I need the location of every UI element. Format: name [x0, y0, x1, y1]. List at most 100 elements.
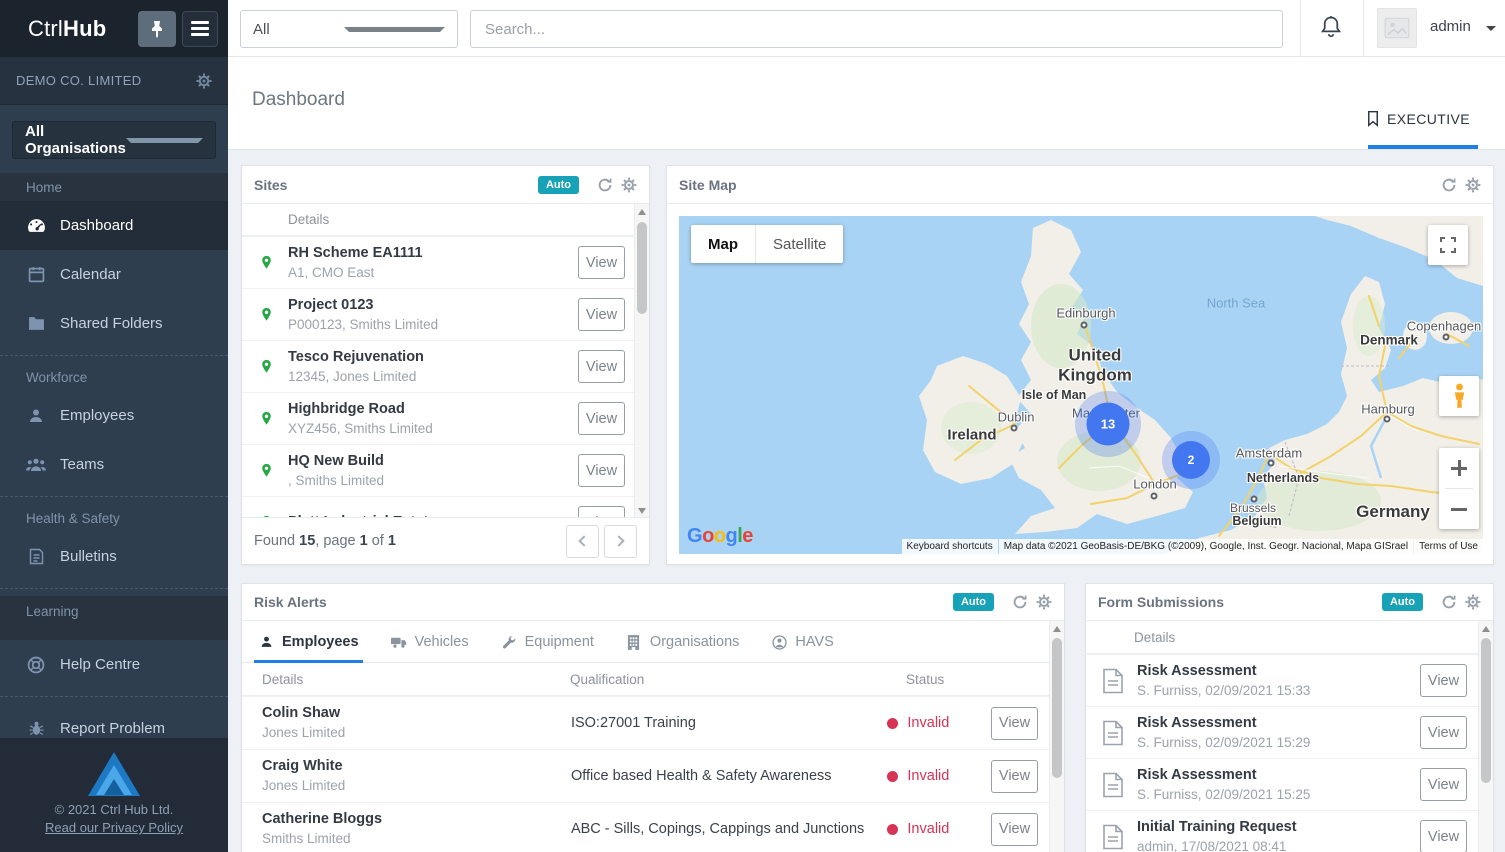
view-alert-button[interactable]: View [991, 706, 1039, 740]
auto-refresh-badge[interactable]: Auto [537, 175, 579, 194]
map-cluster-13[interactable]: 13 [1086, 402, 1130, 446]
previous-page-button[interactable] [566, 524, 599, 558]
map-pin-icon [262, 307, 271, 321]
scroll-up-arrow[interactable] [638, 209, 646, 215]
sites-scrollbar[interactable] [634, 204, 649, 519]
keyboard-shortcuts-link[interactable]: Keyboard shortcuts [901, 539, 998, 554]
submission-name: Initial Training Request [1137, 818, 1297, 835]
tab-havs[interactable]: HAVS [769, 634, 835, 662]
user-avatar[interactable] [1377, 8, 1417, 48]
refresh-icon[interactable] [1012, 594, 1028, 610]
terms-of-use-link[interactable]: Terms of Use [1414, 539, 1483, 554]
org-settings-gear-icon[interactable] [196, 73, 212, 89]
map-label-netherlands: Netherlands [1246, 471, 1320, 485]
sidebar-item-employees[interactable]: Employees [0, 391, 228, 440]
sidebar-item-calendar[interactable]: Calendar [0, 250, 228, 299]
view-submission-button[interactable]: View [1420, 768, 1467, 801]
scroll-thumb[interactable] [1052, 638, 1062, 778]
gear-icon[interactable] [1036, 594, 1052, 610]
city-dot-london [1150, 492, 1158, 500]
org-bar: DEMO CO. LIMITED [0, 57, 228, 105]
risk-alerts-header: Risk Alerts Auto [242, 584, 1064, 621]
user-menu[interactable]: admin [1430, 18, 1471, 35]
map-cluster-2[interactable]: 2 [1172, 441, 1210, 479]
scroll-thumb[interactable] [637, 222, 647, 314]
pin-sidebar-button[interactable] [138, 10, 176, 47]
zoom-in-button[interactable] [1439, 448, 1479, 488]
privacy-policy-link[interactable]: Read our Privacy Policy [0, 820, 228, 835]
chevron-down-icon [125, 137, 203, 143]
notifications-bell-icon[interactable] [1318, 14, 1346, 42]
sidebar-item-teams[interactable]: Teams [0, 440, 228, 489]
map-type-map-button[interactable]: Map [691, 225, 755, 263]
auto-refresh-badge[interactable]: Auto [1381, 593, 1423, 611]
employee-name: Catherine Bloggs [262, 811, 383, 828]
zoom-out-button[interactable] [1439, 489, 1479, 529]
page-title: Dashboard [252, 89, 345, 110]
refresh-icon[interactable] [597, 177, 613, 193]
auto-refresh-badge[interactable]: Auto [952, 593, 994, 611]
map-label-brussels: Brussels [1229, 501, 1277, 515]
city-dot-hamburg [1383, 415, 1391, 423]
street-view-pegman-button[interactable] [1439, 376, 1479, 416]
view-alert-button[interactable]: View [991, 812, 1039, 846]
form-submissions-scrollbar[interactable] [1478, 621, 1493, 852]
life-ring-icon [26, 655, 46, 675]
organisation-select[interactable]: All Organisations [12, 121, 216, 159]
qualification-text: ABC - Sills, Copings, Cappings and Junct… [570, 821, 865, 837]
sidebar-item-dashboard[interactable]: Dashboard [0, 201, 228, 250]
gear-icon[interactable] [1465, 594, 1481, 610]
next-page-button[interactable] [604, 524, 637, 558]
view-site-button[interactable]: View [578, 454, 625, 487]
chevron-down-icon [344, 26, 445, 32]
gear-icon[interactable] [621, 177, 637, 193]
view-site-button[interactable]: View [578, 298, 625, 331]
tab-executive[interactable]: EXECUTIVE [1366, 110, 1470, 127]
chevron-down-icon[interactable] [1486, 26, 1496, 31]
collapse-menu-button[interactable] [182, 10, 218, 47]
tab-organisations[interactable]: Organisations [624, 634, 741, 662]
search-filter-select[interactable]: All [240, 10, 458, 48]
refresh-icon[interactable] [1441, 594, 1457, 610]
sidebar-item-help-centre[interactable]: Help Centre [0, 640, 228, 689]
search-input[interactable] [470, 10, 1283, 48]
view-submission-button[interactable]: View [1420, 664, 1467, 697]
site-name: HQ New Build [288, 452, 384, 469]
map-type-toggle: Map Satellite [691, 225, 844, 263]
map-fullscreen-button[interactable] [1428, 225, 1468, 265]
folder-icon [26, 314, 46, 334]
risk-alert-row: Colin Shaw Jones Limited ISO:27001 Traini… [242, 696, 1064, 749]
submission-name: Risk Assessment [1137, 714, 1257, 731]
sidebar-item-label: Employees [60, 407, 135, 424]
tab-vehicles[interactable]: Vehicles [389, 634, 471, 662]
user-icon [258, 634, 274, 650]
risk-alerts-scrollbar[interactable] [1049, 621, 1064, 852]
view-submission-button[interactable]: View [1420, 820, 1467, 852]
view-site-button[interactable]: View [578, 350, 625, 383]
sites-title: Sites [254, 176, 288, 193]
map-label-belgium: Belgium [1232, 514, 1282, 528]
view-site-button[interactable]: View [578, 402, 625, 435]
view-alert-button[interactable]: View [991, 759, 1039, 793]
scroll-down-arrow[interactable] [638, 508, 646, 514]
view-submission-button[interactable]: View [1420, 716, 1467, 749]
map-type-satellite-button[interactable]: Satellite [756, 225, 843, 263]
refresh-icon[interactable] [1441, 177, 1457, 193]
sites-found-text: Found 15, page 1 of 1 [254, 533, 396, 549]
site-row: Project 0123 P000123, Smiths Limited View [242, 288, 649, 340]
gear-icon[interactable] [1465, 177, 1481, 193]
google-logo[interactable]: Google [687, 525, 753, 548]
tab-equipment[interactable]: Equipment [499, 634, 596, 662]
scroll-up-arrow[interactable] [1482, 626, 1490, 632]
tab-employees[interactable]: Employees [254, 634, 363, 663]
truck-icon [390, 634, 407, 650]
scroll-thumb[interactable] [1481, 638, 1491, 783]
risk-alerts-columns: Details Qualification Status [242, 663, 1064, 696]
sidebar-item-label: Bulletins [60, 548, 117, 565]
google-map[interactable]: North Sea Edinburgh United Kingdom Isle … [679, 216, 1483, 554]
scroll-up-arrow[interactable] [1053, 626, 1061, 632]
sidebar-item-bulletins[interactable]: Bulletins [0, 532, 228, 581]
view-site-button[interactable]: View [578, 246, 625, 279]
brand-logo[interactable]: CtrlHub [28, 16, 106, 42]
sidebar-item-shared-folders[interactable]: Shared Folders [0, 299, 228, 348]
